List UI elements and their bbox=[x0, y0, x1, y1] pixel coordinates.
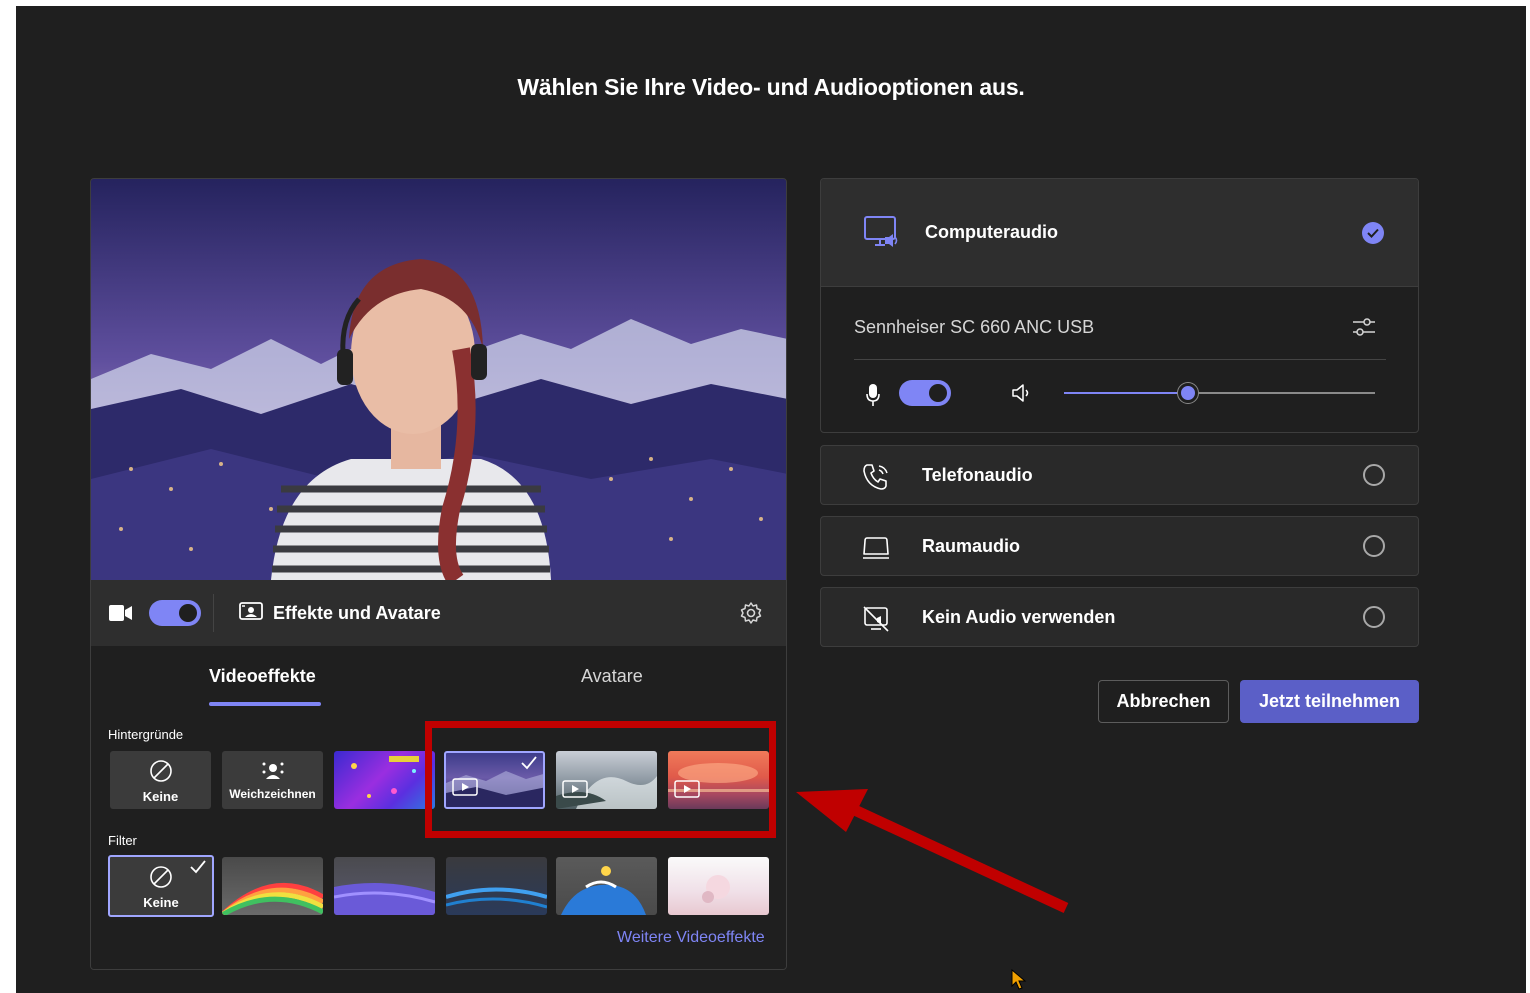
gear-icon[interactable] bbox=[739, 601, 763, 630]
phone-audio-label: Telefonaudio bbox=[922, 465, 1033, 485]
camera-icon bbox=[109, 604, 133, 627]
background-blur-label: Weichzeichnen bbox=[229, 787, 316, 801]
divider bbox=[854, 359, 1386, 360]
audio-device-name: Sennheiser SC 660 ANC USB bbox=[854, 317, 1095, 337]
volume-slider-thumb[interactable] bbox=[1178, 383, 1199, 403]
page-title: Wählen Sie Ihre Video- und Audiooptionen… bbox=[517, 74, 1025, 100]
camera-preview bbox=[91, 179, 786, 580]
volume-slider[interactable] bbox=[1064, 383, 1375, 403]
background-none[interactable]: Keine bbox=[110, 751, 211, 809]
camera-toggle[interactable] bbox=[149, 600, 201, 626]
computer-audio-label: Computeraudio bbox=[925, 222, 1058, 242]
phone-icon bbox=[861, 462, 891, 497]
tab-videoeffekte[interactable]: Videoeffekte bbox=[209, 666, 316, 687]
computer-audio-option: Computeraudio Sennheiser SC 660 ANC USB bbox=[820, 178, 1419, 433]
none-icon bbox=[110, 759, 211, 786]
more-video-effects-link[interactable]: Weitere Videoeffekte bbox=[617, 929, 765, 947]
preview-scene bbox=[91, 179, 786, 580]
microphone-toggle[interactable] bbox=[899, 380, 951, 406]
room-audio-option[interactable]: Raumaudio bbox=[820, 516, 1419, 576]
filter-purple-waves[interactable] bbox=[334, 857, 435, 915]
no-audio-radio[interactable] bbox=[1363, 606, 1385, 628]
blur-icon bbox=[222, 759, 323, 784]
prejoin-window: Wählen Sie Ihre Video- und Audiooptionen… bbox=[16, 6, 1526, 993]
volume-slider-fill bbox=[1064, 392, 1189, 394]
divider bbox=[213, 594, 214, 632]
filter-cartoon[interactable] bbox=[556, 857, 657, 915]
video-controls-bar: Effekte und Avatare bbox=[91, 580, 786, 646]
microphone-icon bbox=[865, 383, 881, 412]
tab-selected-indicator bbox=[209, 702, 321, 706]
phone-audio-radio[interactable] bbox=[1363, 464, 1385, 486]
filter-rainbow[interactable] bbox=[222, 857, 323, 915]
cancel-button[interactable]: Abbrechen bbox=[1098, 680, 1229, 723]
effects-tabs: Videoeffekte Avatare bbox=[91, 646, 786, 708]
effects-icon bbox=[239, 601, 263, 626]
device-settings-icon[interactable] bbox=[1351, 315, 1377, 344]
filter-none-label: Keine bbox=[143, 895, 179, 910]
computer-audio-icon bbox=[863, 215, 901, 256]
room-audio-radio[interactable] bbox=[1363, 535, 1385, 557]
computer-audio-header[interactable]: Computeraudio bbox=[821, 179, 1418, 287]
no-audio-option[interactable]: Kein Audio verwenden bbox=[820, 587, 1419, 647]
filter-none[interactable]: Keine bbox=[108, 855, 214, 917]
filter-blue-waves[interactable] bbox=[446, 857, 547, 915]
no-audio-label: Kein Audio verwenden bbox=[922, 607, 1116, 627]
selected-check-icon[interactable] bbox=[1362, 222, 1384, 244]
annotation-highlight-box bbox=[425, 721, 776, 838]
checkmark-icon bbox=[190, 860, 206, 877]
background-blur[interactable]: Weichzeichnen bbox=[222, 751, 323, 809]
effects-avatars-label: Effekte und Avatare bbox=[273, 602, 441, 623]
tab-avatare[interactable]: Avatare bbox=[581, 666, 643, 687]
video-panel: Effekte und Avatare Videoeffekte Avatare… bbox=[90, 178, 787, 970]
filters-heading: Filter bbox=[108, 833, 137, 848]
filter-soft-pink[interactable] bbox=[668, 857, 769, 915]
no-audio-icon bbox=[861, 604, 891, 639]
phone-audio-option[interactable]: Telefonaudio bbox=[820, 445, 1419, 505]
room-icon bbox=[861, 533, 891, 568]
join-now-button[interactable]: Jetzt teilnehmen bbox=[1240, 680, 1419, 723]
backgrounds-heading: Hintergründe bbox=[108, 727, 184, 742]
background-party[interactable] bbox=[334, 751, 435, 809]
effects-avatars-button[interactable]: Effekte und Avatare bbox=[239, 598, 441, 628]
room-audio-label: Raumaudio bbox=[922, 536, 1021, 556]
background-none-label: Keine bbox=[142, 789, 179, 804]
mouse-cursor-icon bbox=[1011, 968, 1027, 993]
speaker-icon bbox=[1011, 382, 1033, 409]
